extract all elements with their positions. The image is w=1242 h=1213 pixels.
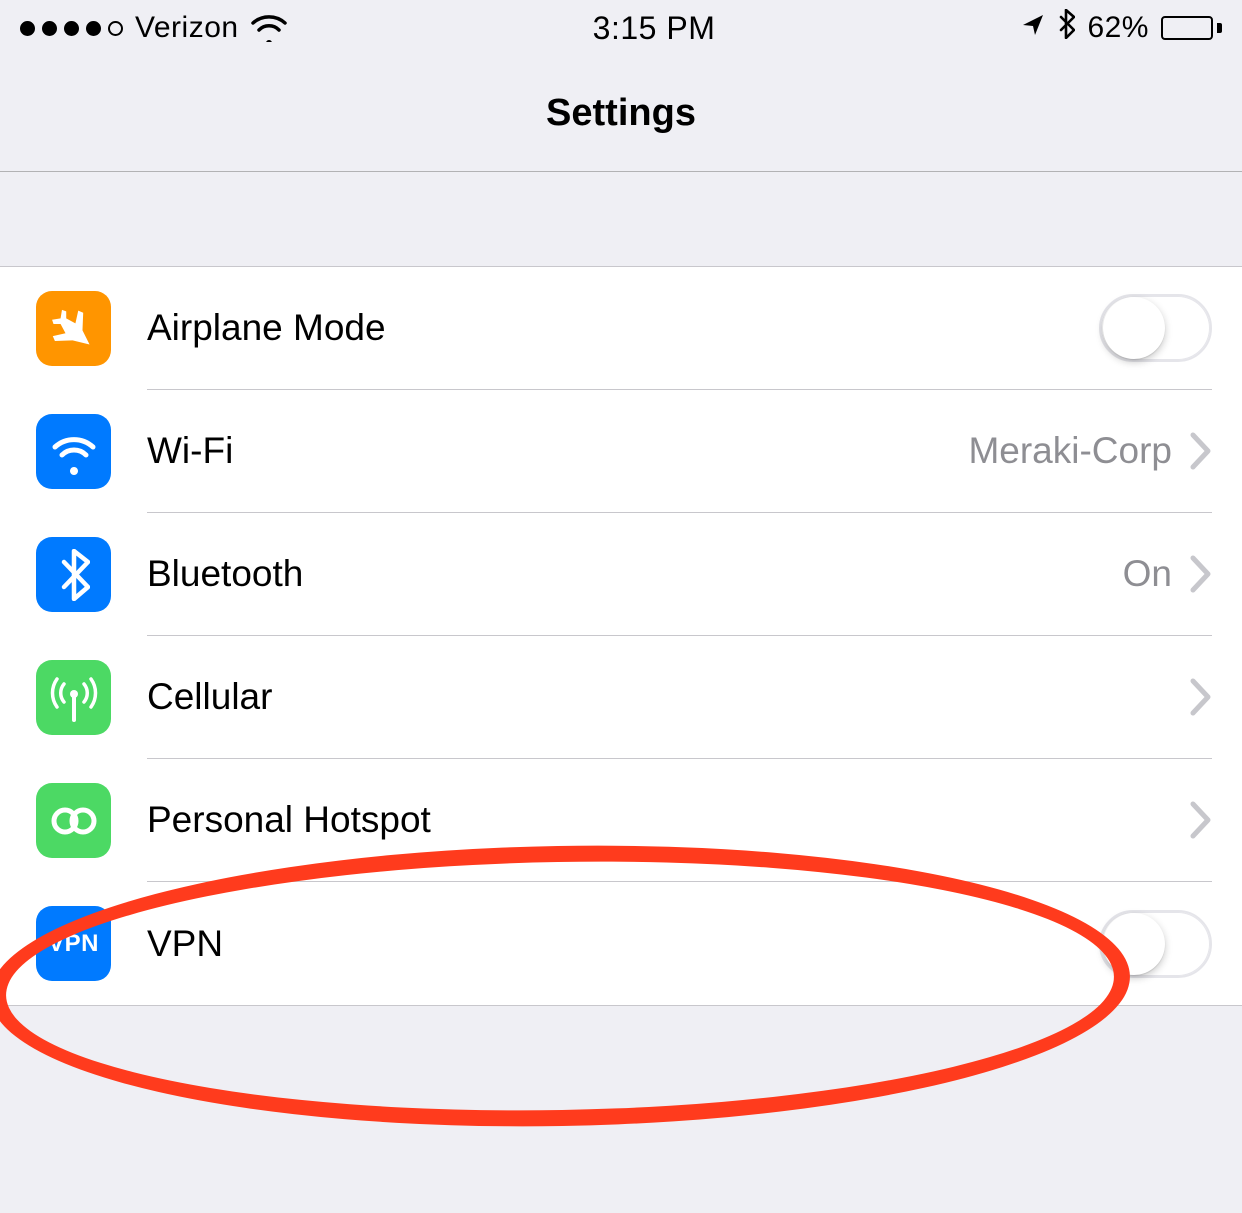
settings-group: Airplane Mode Wi-Fi Meraki-Corp [0,266,1242,1006]
vpn-icon: VPN [36,906,111,981]
chevron-right-icon [1190,678,1212,716]
row-personal-hotspot[interactable]: Personal Hotspot [0,759,1242,882]
bluetooth-icon [36,537,111,612]
row-value: On [1123,553,1172,595]
battery-icon [1161,16,1222,40]
row-wifi[interactable]: Wi-Fi Meraki-Corp [0,390,1242,513]
carrier-label: Verizon [135,11,239,45]
section-spacer [0,172,1242,266]
chevron-right-icon [1190,432,1212,470]
hotspot-icon [36,783,111,858]
row-label: Bluetooth [147,553,303,595]
vpn-toggle[interactable] [1099,910,1212,978]
chevron-right-icon [1190,801,1212,839]
page-title: Settings [546,92,696,135]
status-left: Verizon [20,11,287,45]
row-bluetooth[interactable]: Bluetooth On [0,513,1242,636]
location-icon [1021,11,1045,45]
row-label: Cellular [147,676,272,718]
row-label: VPN [147,923,223,965]
row-label: Wi-Fi [147,430,233,472]
nav-bar: Settings [0,56,1242,172]
status-bar: Verizon 3:15 PM 62% [0,0,1242,56]
row-vpn[interactable]: VPN VPN [0,882,1242,1005]
vpn-icon-text: VPN [48,930,99,958]
wifi-status-icon [251,14,287,42]
cellular-icon [36,660,111,735]
chevron-right-icon [1190,555,1212,593]
status-right: 62% [1021,9,1222,47]
airplane-icon [36,291,111,366]
wifi-icon [36,414,111,489]
footer-spacer [0,1006,1242,1136]
clock: 3:15 PM [593,10,716,47]
battery-pct-label: 62% [1087,11,1149,45]
row-value: Meraki-Corp [968,430,1172,472]
row-cellular[interactable]: Cellular [0,636,1242,759]
row-label: Airplane Mode [147,307,386,349]
airplane-mode-toggle[interactable] [1099,294,1212,362]
row-airplane-mode[interactable]: Airplane Mode [0,267,1242,390]
row-label: Personal Hotspot [147,799,431,841]
bluetooth-status-icon [1057,9,1075,47]
signal-strength-icon [20,21,123,36]
